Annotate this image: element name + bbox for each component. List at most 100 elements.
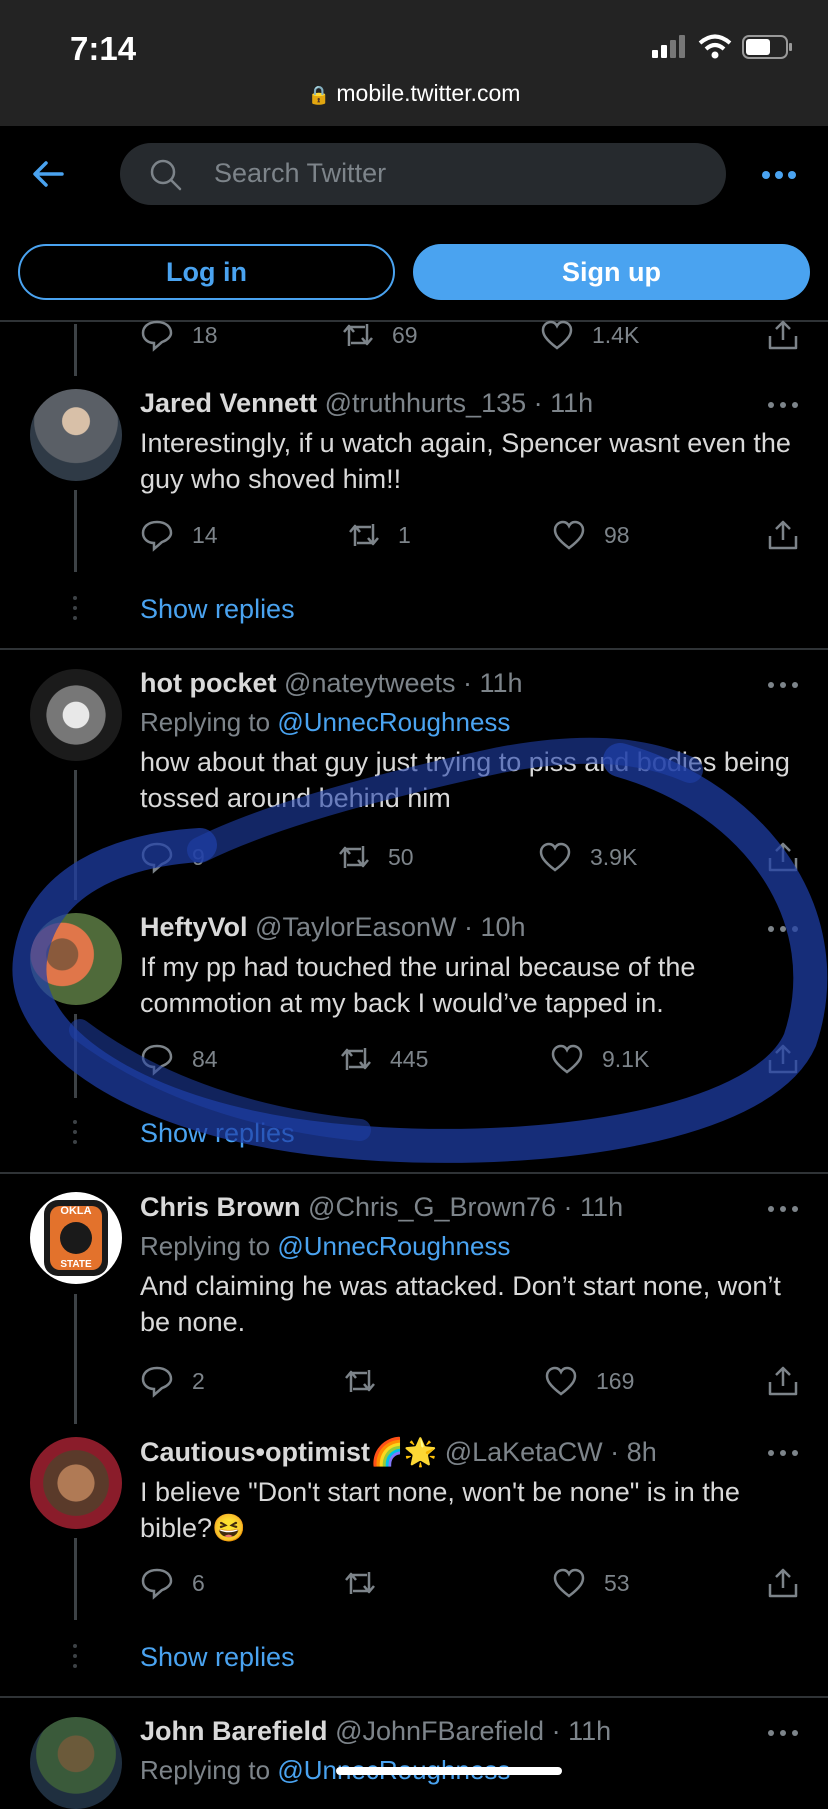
- tweet: HeftyVol @TaylorEasonW · 10h If my pp ha…: [140, 912, 800, 1021]
- tweet-text: And claiming he was attacked. Don’t star…: [140, 1271, 781, 1337]
- handle[interactable]: @truthhurts_135: [325, 388, 527, 418]
- share-icon[interactable]: [766, 318, 800, 352]
- avatar[interactable]: [30, 669, 122, 761]
- tweet-text: If my pp had touched the urinal because …: [140, 952, 696, 1018]
- avatar[interactable]: [30, 389, 122, 481]
- reply-mention-link[interactable]: @UnnecRoughness: [277, 707, 510, 737]
- retweet-icon: [345, 1370, 375, 1392]
- share-icon[interactable]: [766, 1042, 800, 1076]
- thread-line: [74, 324, 77, 376]
- clock: 7:14: [70, 30, 137, 67]
- retweet-icon: [339, 846, 369, 868]
- heart-icon: [545, 1366, 577, 1396]
- handle[interactable]: @LaKetaCW: [445, 1437, 603, 1467]
- url-text: mobile.twitter.com: [336, 80, 521, 106]
- handle[interactable]: @Chris_G_Brown76: [308, 1192, 556, 1222]
- thread-dots: [73, 596, 77, 626]
- divider: [0, 648, 828, 650]
- avatar[interactable]: [30, 913, 122, 1005]
- tweet-header: hot pocket @nateytweets · 11h: [140, 668, 523, 698]
- handle[interactable]: @nateytweets: [284, 668, 456, 698]
- tweet: hot pocket @nateytweets · 11h Replying t…: [140, 668, 800, 816]
- status-bar: 7:14 🔒 mobile.twitter.com: [0, 0, 828, 126]
- tweet-actions: 18 69 1.4K: [140, 318, 800, 352]
- tweet-text: Interestingly, if u watch again, Spencer…: [140, 428, 791, 494]
- tweet-header: Jared Vennett @truthhurts_135 · 11h: [140, 388, 594, 418]
- tweet: Cautious•optimist🌈🌟 @LaKetaCW · 8h I bel…: [140, 1436, 800, 1546]
- tweet-actions: 9 50 3.9K: [140, 840, 800, 874]
- display-name[interactable]: Chris Brown: [140, 1192, 301, 1222]
- tweet-more-icon[interactable]: [768, 926, 798, 934]
- reply-icon: [141, 1568, 173, 1600]
- home-indicator[interactable]: [336, 1767, 562, 1775]
- search-input[interactable]: Search Twitter: [120, 143, 726, 205]
- share-icon[interactable]: [766, 1364, 800, 1398]
- timestamp[interactable]: 10h: [481, 912, 526, 942]
- handle[interactable]: @JohnFBarefield: [335, 1716, 544, 1746]
- heart-icon: [553, 520, 585, 550]
- tweet-more-icon[interactable]: [768, 682, 798, 690]
- tweet-text: how about that guy just trying to piss a…: [140, 747, 790, 813]
- share-icon[interactable]: [766, 518, 800, 552]
- app-header: Search Twitter Log in Sign up: [0, 126, 828, 322]
- reply-icon: [141, 842, 173, 874]
- tweet-more-icon[interactable]: [768, 402, 798, 410]
- tweet: Jared Vennett @truthhurts_135 · 11h Inte…: [140, 388, 800, 497]
- tweet-more-icon[interactable]: [768, 1206, 798, 1214]
- display-name[interactable]: hot pocket: [140, 668, 277, 698]
- display-name[interactable]: John Barefield: [140, 1716, 328, 1746]
- avatar[interactable]: OKLA STATE: [30, 1192, 122, 1284]
- timestamp[interactable]: 11h: [568, 1716, 611, 1746]
- thread-line: [74, 1294, 77, 1424]
- timestamp[interactable]: 11h: [550, 388, 593, 418]
- thread-line: [74, 770, 77, 900]
- tweet: Chris Brown @Chris_G_Brown76 · 11h Reply…: [140, 1192, 800, 1340]
- heart-icon: [539, 842, 571, 872]
- tweet-header: John Barefield @JohnFBarefield · 11h: [140, 1716, 612, 1746]
- tweet: John Barefield @JohnFBarefield · 11h Rep…: [140, 1716, 800, 1786]
- svg-text:OKLA: OKLA: [60, 1205, 91, 1217]
- timestamp[interactable]: 8h: [627, 1437, 657, 1467]
- lock-icon: 🔒: [307, 85, 330, 105]
- share-icon[interactable]: [766, 1566, 800, 1600]
- handle[interactable]: @TaylorEasonW: [255, 912, 456, 942]
- thread-line: [74, 490, 77, 572]
- avatar[interactable]: [30, 1437, 122, 1529]
- tweet-actions: 2 169: [140, 1364, 800, 1398]
- tweet-header: Chris Brown @Chris_G_Brown76 · 11h: [140, 1192, 624, 1222]
- tweet-actions: 84 445 9.1K: [140, 1042, 800, 1076]
- tweet-more-icon[interactable]: [768, 1450, 798, 1458]
- reply-icon: [141, 520, 173, 552]
- back-arrow-icon[interactable]: [30, 156, 66, 192]
- divider: [0, 1696, 828, 1698]
- share-icon[interactable]: [766, 840, 800, 874]
- battery-icon: [742, 35, 792, 59]
- reply-mention-link[interactable]: @UnnecRoughness: [277, 1231, 510, 1261]
- thread-dots: [73, 1644, 77, 1674]
- show-replies-link[interactable]: Show replies: [140, 1118, 295, 1149]
- display-name[interactable]: HeftyVol: [140, 912, 248, 942]
- retweet-icon: [343, 324, 373, 346]
- cellular-signal-icon: [652, 35, 685, 58]
- show-replies-link[interactable]: Show replies: [140, 1642, 295, 1673]
- avatar[interactable]: [30, 1717, 122, 1809]
- search-placeholder: Search Twitter: [214, 158, 387, 188]
- reply-icon: [141, 1044, 173, 1076]
- replying-to: Replying to @UnnecRoughness: [140, 1231, 511, 1261]
- tweet-header: Cautious•optimist🌈🌟 @LaKetaCW · 8h: [140, 1437, 657, 1467]
- signup-button[interactable]: Sign up: [413, 244, 810, 300]
- display-name[interactable]: Cautious•optimist🌈🌟: [140, 1437, 437, 1467]
- tweet-actions: 14 1 98: [140, 518, 800, 552]
- show-replies-link[interactable]: Show replies: [140, 594, 295, 625]
- heart-icon: [541, 320, 573, 350]
- reply-icon: [141, 1366, 173, 1398]
- url-bar[interactable]: 🔒 mobile.twitter.com: [0, 80, 828, 107]
- timestamp[interactable]: 11h: [580, 1192, 623, 1222]
- tweet-more-icon[interactable]: [768, 1730, 798, 1738]
- login-button[interactable]: Log in: [18, 244, 395, 300]
- more-options-icon[interactable]: [762, 171, 796, 179]
- retweet-icon: [345, 1572, 375, 1594]
- timestamp[interactable]: 11h: [480, 668, 523, 698]
- display-name[interactable]: Jared Vennett: [140, 388, 317, 418]
- thread-dots: [73, 1120, 77, 1150]
